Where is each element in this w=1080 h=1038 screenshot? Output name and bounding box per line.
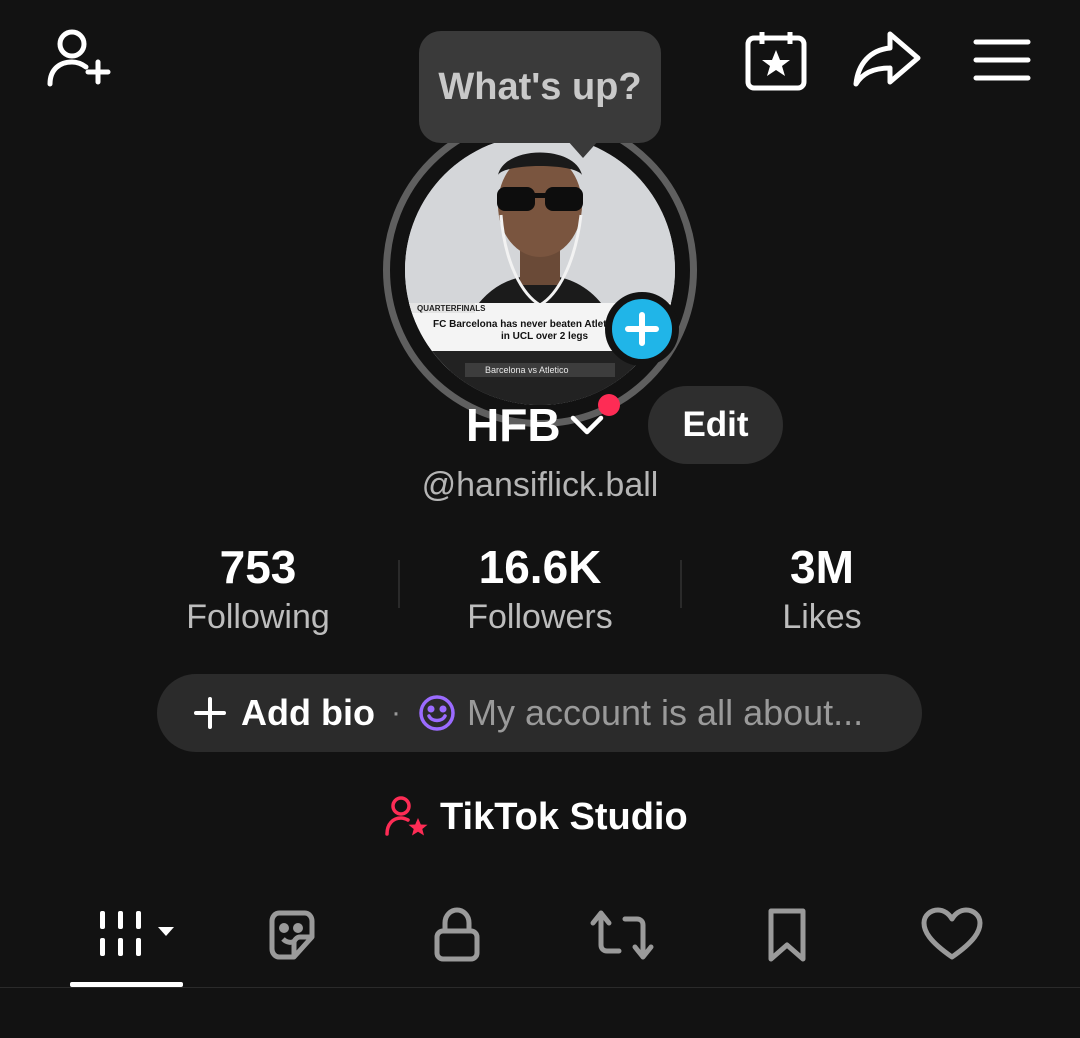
plus-icon	[625, 312, 659, 346]
tab-reposts[interactable]	[582, 900, 662, 970]
add-bio-label: Add bio	[241, 692, 375, 733]
liked-heart-icon	[921, 907, 983, 960]
stat-followers[interactable]: 16.6K Followers	[410, 540, 670, 638]
edit-profile-button[interactable]: Edit	[648, 386, 783, 464]
tab-stickers[interactable]	[252, 900, 332, 970]
stat-divider	[398, 560, 400, 608]
videos-grid-icon	[100, 911, 174, 956]
notification-dot	[598, 394, 620, 416]
hamburger-menu-icon[interactable]	[968, 32, 1036, 88]
stat-label: Likes	[782, 598, 862, 636]
display-name: HFB	[466, 399, 561, 451]
smile-icon	[419, 695, 455, 731]
tab-videos[interactable]	[88, 900, 188, 970]
stat-value: 3M	[790, 541, 854, 593]
svg-text:QUARTERFINALS: QUARTERFINALS	[417, 304, 486, 313]
favorites-bookmark-icon	[768, 908, 806, 962]
creator-star-icon	[385, 796, 428, 836]
stat-following[interactable]: 753 Following	[128, 540, 388, 638]
stat-label: Following	[186, 598, 330, 636]
stat-label: Followers	[467, 598, 613, 636]
stickers-icon	[269, 910, 315, 960]
tab-favorites[interactable]	[747, 900, 827, 970]
username: @hansiflick.ball	[421, 466, 659, 504]
tab-bar-divider	[0, 987, 1080, 988]
tooltip-tail	[567, 140, 599, 158]
studio-label: TikTok Studio	[440, 795, 688, 838]
svg-text:FC Barcelona has never beaten: FC Barcelona has never beaten Atletico	[433, 319, 621, 330]
svg-text:Barcelona vs Atletico: Barcelona vs Atletico	[485, 365, 569, 375]
private-lock-icon	[434, 907, 480, 962]
status-tooltip[interactable]: What's up?	[419, 31, 661, 143]
stat-value: 753	[219, 541, 297, 593]
add-friend-icon[interactable]	[40, 24, 120, 94]
calendar-star-icon[interactable]	[742, 28, 810, 92]
share-arrow-icon[interactable]	[850, 28, 924, 92]
reposts-icon	[590, 910, 654, 960]
chevron-down-icon[interactable]	[568, 410, 606, 440]
add-bio-button[interactable]: Add bio · My account is all about...	[157, 674, 922, 752]
tab-private[interactable]	[417, 900, 497, 970]
bio-placeholder: My account is all about...	[466, 692, 864, 733]
plus-icon	[194, 697, 226, 729]
stat-likes[interactable]: 3M Likes	[692, 540, 952, 638]
tiktok-studio-link[interactable]: TikTok Studio	[384, 790, 688, 844]
separator-dot: ·	[390, 696, 401, 729]
svg-text:in UCL over 2 legs: in UCL over 2 legs	[501, 331, 589, 342]
tab-liked[interactable]	[912, 900, 992, 970]
stat-value: 16.6K	[478, 541, 602, 593]
stat-divider	[680, 560, 682, 608]
avatar-add-button[interactable]	[605, 292, 679, 366]
